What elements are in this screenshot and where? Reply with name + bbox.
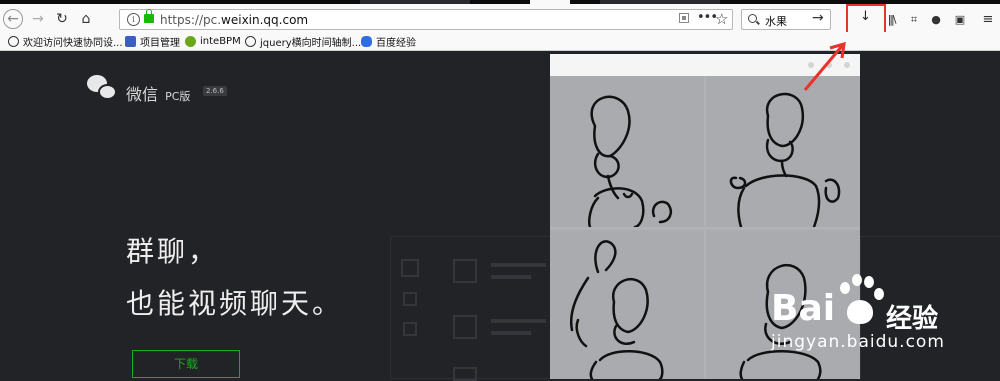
video-tile xyxy=(550,76,704,227)
reload-icon: ↻ xyxy=(56,11,68,27)
sketch-figure-image xyxy=(569,240,664,379)
dragon-icon xyxy=(125,35,136,47)
version-badge: 2.6.6 xyxy=(203,86,227,96)
app-mockup-outline xyxy=(390,236,560,381)
arrow-left-icon: ← xyxy=(7,11,19,27)
lock-icon[interactable] xyxy=(144,9,154,23)
search-box[interactable]: 水果 → xyxy=(741,9,831,30)
url-domain: weixin.qq.com xyxy=(221,13,309,27)
watermark-site: jingyan.baidu.com xyxy=(771,332,945,352)
bookmark-item[interactable]: inteBPM xyxy=(185,34,241,48)
wechat-logo-icon xyxy=(87,75,117,101)
bookmark-label: 欢迎访问快速协同设... xyxy=(23,37,123,49)
library-icon[interactable]: |||\ xyxy=(884,13,898,27)
reload-button[interactable]: ↻ xyxy=(51,10,73,28)
paw-icon xyxy=(361,35,372,47)
bookmark-star-icon[interactable]: ☆ xyxy=(715,10,728,28)
bookmark-item[interactable]: 项目管理 xyxy=(125,34,180,49)
annotation-arrow-icon xyxy=(803,41,846,91)
url-prefix: https://pc. xyxy=(160,13,222,27)
bookmark-item[interactable]: 欢迎访问快速协同设... xyxy=(8,34,123,49)
globe-icon xyxy=(8,35,19,47)
forward-button[interactable]: → xyxy=(27,10,49,28)
baidu-jingyan-watermark: Bai du 经验 jingyan.baidu.com xyxy=(771,270,991,360)
video-tile xyxy=(706,76,860,227)
sketch-figure-image xyxy=(588,95,672,227)
sketch-figure-image xyxy=(729,92,841,227)
bookmark-item[interactable]: 百度经验 xyxy=(361,34,416,49)
bookmark-item[interactable]: jquery横向时间轴制... xyxy=(245,34,362,49)
page-actions-button[interactable]: ••• xyxy=(697,10,718,25)
download-button[interactable]: 下载 xyxy=(132,350,240,378)
watermark-bai: Bai xyxy=(771,288,836,329)
bookmark-label: jquery横向时间轴制... xyxy=(260,37,362,49)
bookmark-label: inteBPM xyxy=(200,35,241,47)
globe-icon xyxy=(245,35,256,47)
back-button[interactable]: ← xyxy=(3,9,23,29)
search-input[interactable]: 水果 xyxy=(765,13,787,29)
search-icon xyxy=(748,14,757,23)
watermark-cn: 经验 xyxy=(886,304,939,334)
brand-title: 微信 PC版 xyxy=(126,81,190,105)
brand-name: 微信 xyxy=(126,85,159,104)
sidebar-icon[interactable]: ▣ xyxy=(953,13,967,27)
crop-screenshot-icon[interactable]: ⌗ xyxy=(907,13,921,27)
green-circle-icon xyxy=(185,35,196,47)
home-button[interactable]: ⌂ xyxy=(75,10,97,28)
arrow-right-icon: → xyxy=(32,11,44,27)
download-arrow-icon: ↓ xyxy=(860,9,871,24)
url-text[interactable]: https://pc.weixin.qq.com xyxy=(160,13,308,27)
url-bar[interactable]: i https://pc.weixin.qq.com ••• ☆ xyxy=(119,9,733,30)
bookmark-label: 百度经验 xyxy=(376,37,416,49)
headline-line-2: 也能视频聊天。 xyxy=(126,287,344,320)
info-icon[interactable]: i xyxy=(127,13,140,26)
home-icon: ⌂ xyxy=(81,11,91,27)
headline-line-1: 群聊， xyxy=(126,235,220,268)
search-go-arrow-icon[interactable]: → xyxy=(812,10,824,26)
chat-bubble-icon[interactable]: ● xyxy=(929,13,943,27)
menu-icon[interactable]: ≡ xyxy=(981,13,995,27)
brand-pc: PC版 xyxy=(165,90,191,103)
video-tile xyxy=(550,230,704,379)
qr-code-icon[interactable] xyxy=(679,13,689,23)
bookmark-label: 项目管理 xyxy=(140,37,180,49)
paw-icon xyxy=(834,274,884,328)
